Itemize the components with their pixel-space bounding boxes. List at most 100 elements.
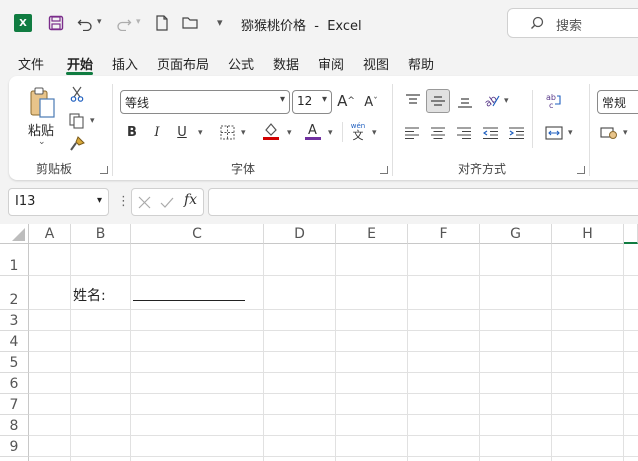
active-tab-indicator <box>66 72 93 75</box>
wrap-text-icon[interactable]: ab c <box>543 90 565 112</box>
search-box[interactable]: 搜索 <box>507 8 638 38</box>
grid-line <box>29 372 638 373</box>
font-color-icon[interactable]: A <box>303 120 323 142</box>
tab-insert[interactable]: 插入 <box>112 54 138 73</box>
font-name-select[interactable]: 等线 ▾ <box>120 90 290 114</box>
column-header-a[interactable]: A <box>29 224 71 244</box>
enter-icon[interactable] <box>160 196 174 209</box>
alignment-dialog-launcher-icon[interactable] <box>577 166 585 174</box>
redo-icon[interactable] <box>113 12 135 34</box>
svg-text:c: c <box>549 101 553 110</box>
merge-dropdown-icon[interactable]: ▾ <box>568 128 573 138</box>
cancel-icon[interactable] <box>138 196 151 209</box>
row-header-5[interactable]: 5 <box>0 352 29 373</box>
merge-center-icon[interactable] <box>543 122 565 144</box>
italic-icon[interactable]: I <box>148 122 166 142</box>
tab-home[interactable]: 开始 <box>67 54 93 73</box>
save-icon[interactable] <box>45 12 67 34</box>
redo-dropdown-icon[interactable]: ▾ <box>136 17 141 27</box>
grid-line <box>479 244 480 461</box>
align-left-icon[interactable] <box>402 123 422 143</box>
cut-icon[interactable] <box>67 84 87 104</box>
excel-window: X ▾ ▾ ▾ 猕猴桃价格 - Excel 搜索 文件 开始 插入 页面布局 公… <box>0 0 638 461</box>
orientation-icon[interactable]: ab <box>481 90 503 110</box>
increase-indent-icon[interactable] <box>506 123 526 143</box>
name-box[interactable]: I13 ▾ <box>8 188 109 216</box>
column-header-b[interactable]: B <box>71 224 131 244</box>
row-header-9[interactable]: 9 <box>0 436 29 457</box>
row-header-4[interactable]: 4 <box>0 331 29 352</box>
accounting-format-icon[interactable] <box>598 122 620 144</box>
grid-line <box>29 456 638 457</box>
cell-b2[interactable]: 姓名: <box>73 285 106 305</box>
undo-icon[interactable] <box>74 12 96 34</box>
align-center-icon[interactable] <box>428 123 448 143</box>
borders-dropdown-icon[interactable]: ▾ <box>241 128 246 138</box>
tab-page-layout[interactable]: 页面布局 <box>157 54 209 73</box>
group-separator <box>112 84 113 176</box>
align-right-icon[interactable] <box>454 123 474 143</box>
column-header-f[interactable]: F <box>408 224 480 244</box>
undo-dropdown-icon[interactable]: ▾ <box>97 17 102 27</box>
column-header-h[interactable]: H <box>552 224 624 244</box>
font-size-dropdown-icon: ▾ <box>321 94 327 105</box>
customize-toolbar-icon[interactable]: ▾ <box>217 16 223 29</box>
formula-input[interactable] <box>208 188 638 216</box>
column-header-e[interactable]: E <box>336 224 408 244</box>
row-header-1[interactable]: 1 <box>0 244 29 276</box>
decrease-font-size-icon[interactable]: Aˇ <box>361 92 381 112</box>
grid-line <box>623 244 624 461</box>
font-color-dropdown-icon[interactable]: ▾ <box>328 128 333 138</box>
insert-function-icon[interactable]: fx <box>184 192 197 208</box>
decrease-indent-icon[interactable] <box>480 123 500 143</box>
copy-icon[interactable] <box>67 111 87 131</box>
grid-line <box>29 393 638 394</box>
accounting-dropdown-icon[interactable]: ▾ <box>623 128 628 138</box>
fill-color-icon[interactable] <box>261 120 281 142</box>
tab-help[interactable]: 帮助 <box>408 54 434 73</box>
worksheet-grid[interactable]: A B C D E F G H 1 2 3 4 5 6 7 8 9 姓名: <box>0 224 638 461</box>
phonetic-dropdown-icon[interactable]: ▾ <box>372 128 377 138</box>
tab-formulas[interactable]: 公式 <box>228 54 254 73</box>
align-middle-icon[interactable] <box>426 89 450 113</box>
fill-color-dropdown-icon[interactable]: ▾ <box>287 128 292 138</box>
borders-icon[interactable] <box>217 122 237 142</box>
row-header-6[interactable]: 6 <box>0 373 29 394</box>
number-format-select[interactable]: 常规 <box>597 90 638 114</box>
paste-dropdown-icon[interactable]: ⌄ <box>38 137 46 147</box>
column-header-g[interactable]: G <box>480 224 552 244</box>
tab-data[interactable]: 数据 <box>273 54 299 73</box>
tab-view[interactable]: 视图 <box>363 54 389 73</box>
underline-icon[interactable]: U <box>173 122 191 142</box>
tab-file[interactable]: 文件 <box>18 54 44 73</box>
column-header-c[interactable]: C <box>131 224 264 244</box>
row-header-7[interactable]: 7 <box>0 394 29 415</box>
copy-dropdown-icon[interactable]: ▾ <box>90 116 95 126</box>
alignment-group-label: 对齐方式 <box>458 162 507 176</box>
font-dialog-launcher-icon[interactable] <box>380 166 388 174</box>
row-header-2[interactable]: 2 <box>0 276 29 310</box>
bold-icon[interactable]: B <box>123 122 141 142</box>
title-bar: X ▾ ▾ ▾ 猕猴桃价格 - Excel 搜索 <box>0 0 638 46</box>
open-folder-icon[interactable] <box>180 12 202 34</box>
phonetic-guide-icon[interactable]: wén 文 <box>348 120 368 144</box>
increase-font-size-icon[interactable]: A ^ <box>336 91 356 111</box>
align-bottom-icon[interactable] <box>455 92 475 112</box>
more-options-icon[interactable]: ⋮ <box>117 194 130 209</box>
row-header-3[interactable]: 3 <box>0 310 29 331</box>
format-painter-icon[interactable] <box>67 134 87 154</box>
row-header-10[interactable] <box>0 457 29 461</box>
row-header-8[interactable]: 8 <box>0 415 29 436</box>
align-top-icon[interactable] <box>403 90 423 110</box>
column-header-i[interactable] <box>624 224 638 244</box>
underline-dropdown-icon[interactable]: ▾ <box>198 128 203 138</box>
search-icon <box>531 16 544 29</box>
paste-icon[interactable] <box>25 84 59 120</box>
new-file-icon[interactable] <box>151 12 173 34</box>
clipboard-dialog-launcher-icon[interactable] <box>100 166 108 174</box>
font-size-select[interactable]: 12 ▾ <box>292 90 332 114</box>
tab-review[interactable]: 审阅 <box>318 54 344 73</box>
select-all-corner[interactable] <box>0 224 29 244</box>
orientation-dropdown-icon[interactable]: ▾ <box>504 96 509 106</box>
column-header-d[interactable]: D <box>264 224 336 244</box>
